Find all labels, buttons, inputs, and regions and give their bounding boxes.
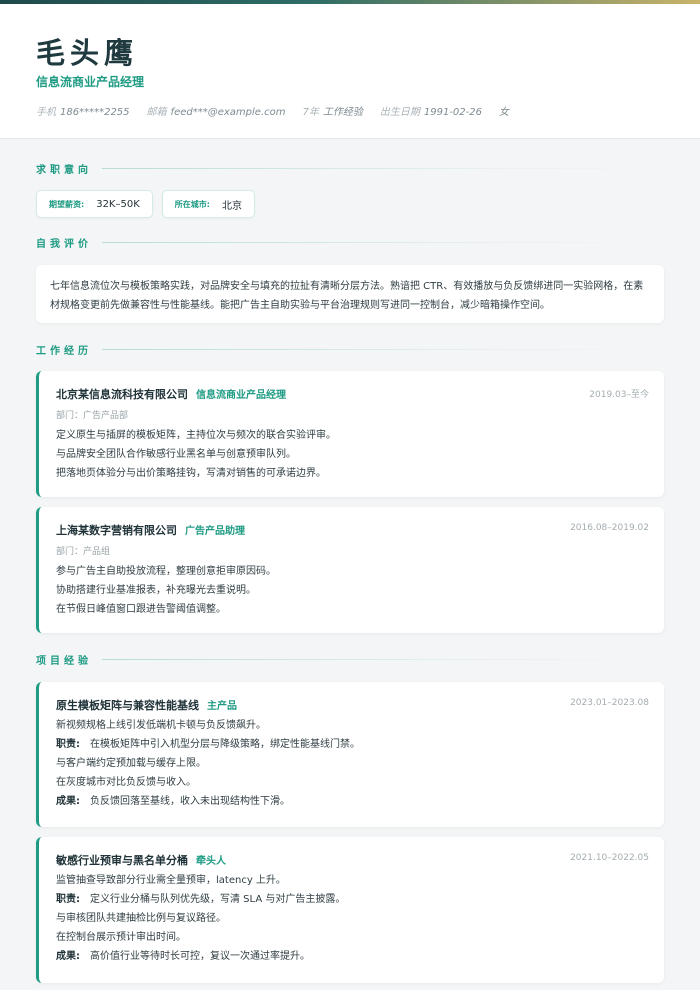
city-chip: 所在城市: 北京 (161, 190, 255, 218)
project-date: 2023.01–2023.08 (570, 698, 649, 708)
candidate-title: 信息流商业产品经理 (36, 75, 145, 89)
job-role: 广告产品助理 (185, 526, 245, 537)
duty-line: 定义原生与插屏的模板矩阵，主持位次与频次的联合实验评审。 (56, 430, 336, 441)
project-role: 牵头人 (196, 856, 226, 867)
job-role: 信息流商业产品经理 (196, 390, 286, 401)
department: 部门：广告产品部 (56, 411, 129, 421)
section-summary: 自我评价 (36, 235, 664, 250)
project-role: 主产品 (207, 701, 237, 712)
project-duty: 职责: 定义行业分桶与队列优先级，写清 SLA 与对广告主披露。 (56, 894, 346, 905)
duty-label: 职责: (56, 894, 80, 905)
work-item: 北京某信息流科技有限公司 信息流商业产品经理 2019.03–至今 部门：广告产… (36, 371, 664, 497)
section-work: 工作经历 (36, 342, 664, 357)
section-heading: 工作经历 (36, 345, 92, 357)
salary-label: 期望薪资: (49, 199, 85, 209)
duty-line: 与品牌安全团队合作敏感行业黑名单与创意预审队列。 (56, 449, 296, 460)
meta-email: 邮箱 feed***@example.com (146, 107, 286, 118)
salary-value: 32K–50K (96, 198, 140, 210)
salary-chip: 期望薪资: 32K–50K (36, 190, 153, 218)
project-details: 新视频规格上线引发低端机卡顿与负反馈飙升。 职责: 在模板矩阵中引入机型分层与降级… (56, 716, 646, 811)
duty-line: 与客户端约定预加载与缓存上限。 (56, 758, 206, 769)
section-intent: 求职意向 (36, 161, 664, 176)
work-date: 2019.03–至今 (589, 390, 649, 400)
meta-experience: 7年 工作经验 (302, 107, 363, 118)
project-details: 监管抽查导致部分行业需全量预审，latency 上升。 职责: 定义行业分桶与队列… (56, 871, 646, 966)
candidate-name: 毛头鹰 (36, 36, 139, 70)
meta-phone: 手机 186*****2255 (36, 107, 130, 118)
department: 部门：产品组 (56, 547, 111, 557)
section-divider (102, 348, 664, 350)
section-divider (102, 658, 664, 660)
work-date: 2016.08–2019.02 (570, 523, 649, 533)
meta-birthdate: 出生日期 1991-02-26 (379, 107, 482, 118)
summary-text: 七年信息流位次与模板策略实践，对品牌安全与填充的拉扯有清晰分层方法。熟谙把 CT… (50, 281, 644, 311)
duty-line: 参与广告主自助投放流程，整理创意拒审原因码。 (56, 566, 276, 577)
project-intro: 监管抽查导致部分行业需全量预审，latency 上升。 (56, 875, 286, 886)
project-date: 2021.10–2022.05 (570, 853, 649, 863)
intent-chips: 期望薪资: 32K–50K 所在城市: 北京 (36, 190, 255, 218)
work-item: 上海某数字营销有限公司 广告产品助理 2016.08–2019.02 部门：产品… (36, 507, 664, 633)
duty-line: 在灰度城市对比负反馈与收入。 (56, 777, 196, 788)
company-name: 北京某信息流科技有限公司 (56, 388, 188, 401)
summary-card: 七年信息流位次与模板策略实践，对品牌安全与填充的拉扯有清晰分层方法。熟谙把 CT… (36, 265, 664, 323)
section-heading: 项目经验 (36, 655, 92, 667)
city-label: 所在城市: (174, 199, 210, 209)
duty-line: 与审核团队共建抽检比例与复议路径。 (56, 913, 226, 924)
contact-meta: 手机 186*****2255 邮箱 feed***@example.com 7年工… (36, 103, 509, 118)
duty-label: 职责: (56, 739, 80, 750)
project-name: 敏感行业预审与黑名单分桶 (56, 854, 188, 867)
city-value: 北京 (221, 200, 242, 212)
section-divider (102, 241, 664, 243)
resume-header: 毛头鹰 信息流商业产品经理 手机 186*****2255 邮箱 feed***@e… (0, 4, 700, 139)
work-duties: 参与广告主自助投放流程，整理创意拒审原因码。 协助搭建行业基准报表，补充曝光去重… (56, 562, 646, 619)
section-divider (102, 167, 664, 169)
result-label: 成果: (56, 796, 80, 807)
section-heading: 求职意向 (36, 164, 92, 176)
section-projects: 项目经验 (36, 652, 664, 667)
project-item: 敏感行业预审与黑名单分桶 牵头人 2021.10–2022.05 监管抽查导致部… (36, 837, 664, 983)
project-intro: 新视频规格上线引发低端机卡顿与负反馈飙升。 (56, 720, 266, 731)
meta-gender: 女 (498, 107, 509, 118)
project-item: 原生模板矩阵与兼容性能基线 主产品 2023.01–2023.08 新视频规格上… (36, 682, 664, 827)
duty-line: 把落地页体验分与出价策略挂钩，写清对销售的可承诺边界。 (56, 468, 326, 479)
result-label: 成果: (56, 951, 80, 962)
duty-line: 在节假日峰值窗口跟进告警阈值调整。 (56, 604, 226, 615)
section-heading: 自我评价 (36, 238, 92, 250)
project-result: 成果: 负反馈回落至基线，收入未出现结构性下滑。 (56, 796, 290, 807)
project-duty: 职责: 在模板矩阵中引入机型分层与降级策略，绑定性能基线门禁。 (56, 739, 360, 750)
company-name: 上海某数字营销有限公司 (56, 524, 177, 537)
project-name: 原生模板矩阵与兼容性能基线 (56, 699, 199, 712)
work-duties: 定义原生与插屏的模板矩阵，主持位次与频次的联合实验评审。 与品牌安全团队合作敏感… (56, 426, 646, 483)
project-result: 成果: 高价值行业等待时长可控，复议一次通过率提升。 (56, 951, 310, 962)
duty-line: 协助搭建行业基准报表，补充曝光去重说明。 (56, 585, 256, 596)
duty-line: 在控制台展示预计审出时间。 (56, 932, 186, 943)
